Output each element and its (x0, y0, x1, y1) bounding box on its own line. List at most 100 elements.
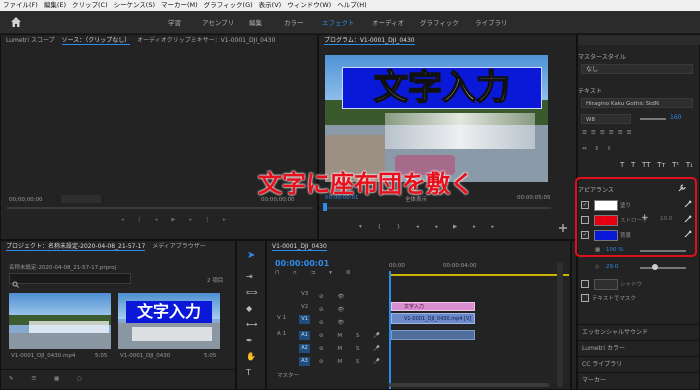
menu-help[interactable]: ヘルプ(H) (334, 0, 369, 11)
font-weight-dropdown[interactable]: W8 (581, 114, 631, 124)
tab-lumetri-scopes[interactable]: Lumetri スコープ (6, 37, 55, 44)
stroke-checkbox[interactable] (581, 216, 589, 224)
text-section-label: テキスト (578, 88, 602, 95)
video-fountains (385, 113, 535, 149)
video-title-background[interactable]: 文字入力 (342, 67, 542, 109)
tab-essential-sound[interactable]: エッセンシャルサウンド (577, 324, 700, 339)
tab-source[interactable]: ソース：（クリップなし） (61, 37, 131, 45)
workspace-tab-color[interactable]: カラー (284, 17, 304, 27)
source-zoom-dropdown[interactable] (61, 195, 101, 203)
font-size-slider[interactable] (640, 118, 666, 120)
program-transport-controls[interactable]: ▾ { } ◂ ◂ ▶ ▸ ▸ (359, 224, 501, 230)
master-style-dropdown[interactable]: なし (581, 64, 693, 74)
fill-checkbox[interactable]: ✓ (581, 201, 589, 209)
add-stroke-icon[interactable]: + (641, 213, 649, 223)
tt-subscript[interactable]: T₁ (686, 161, 693, 169)
workspace-tab-learn[interactable]: 学習 (168, 17, 181, 27)
stroke-eyedropper-icon[interactable] (684, 215, 692, 223)
source-timeline-bar[interactable] (7, 207, 313, 209)
shadow-checkbox[interactable] (581, 280, 589, 288)
add-button-icon[interactable] (558, 223, 568, 233)
timeline-sequence-tab[interactable]: V1-0001_DJI_0430 (272, 243, 327, 251)
shadow-color-swatch[interactable] (594, 279, 618, 290)
timeline-text-clip[interactable]: 文字入力 (391, 302, 475, 311)
text-spacing-icons[interactable]: ⇔ ⇕ ⇳ (582, 146, 614, 152)
appearance-label: アピアランス (578, 187, 614, 194)
tab-project[interactable]: プロジェクト：名称未設定-2020-04-08_21-57-17 (6, 243, 146, 251)
menu-clip[interactable]: クリップ(C) (69, 0, 111, 11)
program-timeline-bar[interactable] (325, 207, 551, 209)
mask-with-text-checkbox[interactable] (581, 294, 589, 302)
track-a2-label[interactable]: A2 (299, 344, 310, 353)
background-size-slider-handle[interactable] (652, 264, 658, 270)
tt-allcaps[interactable]: TT (642, 161, 650, 169)
wrench-icon[interactable] (678, 184, 686, 192)
tool-icons-stack[interactable]: ⇥ ⟺ ◆ ⟷ ✒ ✋ T (246, 269, 257, 381)
background-opacity-slider[interactable] (640, 250, 686, 252)
workspace-tab-libraries[interactable]: ライブラリ (475, 17, 508, 27)
selection-tool-icon[interactable]: ➤ (247, 251, 257, 261)
background-opacity-value[interactable]: 100 % (606, 247, 623, 253)
timeline-vertical-scrollbar[interactable] (557, 263, 563, 387)
track-a3-label[interactable]: A3 (299, 357, 310, 366)
tt-bold[interactable]: T (620, 161, 624, 169)
workspace-tab-audio[interactable]: オーディオ (372, 17, 404, 27)
text-align-buttons[interactable]: ☰☰☰☰☰☰ (582, 130, 636, 136)
track-v1-label[interactable]: V1 (299, 315, 310, 324)
stroke-value[interactable]: 10.0 (660, 216, 672, 222)
tab-markers[interactable]: マーカー (577, 372, 700, 387)
text-style-buttons[interactable]: T T TT Tт T¹ T₁ (620, 161, 693, 169)
workspace-tab-assembly[interactable]: アセンブリ (202, 17, 234, 27)
fill-eyedropper-icon[interactable] (684, 200, 692, 208)
timeline-ruler-start: 00:00 (389, 263, 405, 269)
fill-color-swatch[interactable] (594, 200, 618, 211)
tt-superscript[interactable]: T¹ (672, 161, 679, 169)
timeline-work-area[interactable] (389, 274, 569, 276)
track-a1-source-toggle[interactable]: A1 (277, 331, 288, 337)
workspace-tab-effects[interactable]: エフェクト (322, 17, 355, 27)
tab-audio-clip-mixer[interactable]: オーディオクリップミキサー：V1-0001_DJI_0430 (137, 37, 275, 44)
timeline-video-clip[interactable]: V1-0001_DJI_0430.mp4 [V] (391, 313, 475, 324)
timeline-timecode[interactable]: 00:00:00:01 (275, 259, 329, 268)
menu-file[interactable]: ファイル(F) (0, 0, 41, 11)
project-toolbar-icons[interactable]: ✎ ☰ ▦ ○ (9, 376, 90, 382)
font-family-dropdown[interactable]: Hiragino Kaku Gothic StdN (581, 98, 693, 108)
tab-lumetri-color[interactable]: Lumetri カラー (577, 340, 700, 355)
background-checkbox[interactable]: ✓ (581, 231, 589, 239)
menu-graphics[interactable]: グラフィック(G) (201, 0, 256, 11)
tt-italic[interactable]: T (631, 161, 635, 169)
source-transport-controls[interactable]: ◂ { ◂ ▶ ▸ } ▸ (121, 217, 232, 223)
track-v1-source-toggle[interactable]: V1 (277, 315, 288, 321)
project-thumbnail-1[interactable] (9, 293, 111, 349)
workspace-tab-graphics[interactable]: グラフィック (420, 17, 459, 27)
timeline-audio-clip[interactable] (391, 330, 475, 340)
stroke-color-swatch[interactable] (594, 215, 618, 226)
menu-edit[interactable]: 編集(E) (41, 0, 69, 11)
background-color-swatch[interactable] (594, 230, 618, 241)
project-thumbnail-2[interactable]: 文字入力 (118, 293, 220, 349)
program-playhead[interactable] (323, 203, 327, 211)
home-icon[interactable] (10, 16, 22, 28)
track-a1-label[interactable]: A1 (299, 331, 310, 340)
program-title[interactable]: プログラム：V1-0001_DJI_0430 (324, 37, 415, 45)
background-label: 背景 (620, 233, 632, 239)
menu-view[interactable]: 表示(V) (256, 0, 285, 11)
timeline-horizontal-scrollbar[interactable] (389, 383, 549, 387)
menu-window[interactable]: ウィンドウ(W) (284, 0, 334, 11)
program-video-frame[interactable]: 文字入力 (325, 55, 548, 182)
menu-marker[interactable]: マーカー(M) (158, 0, 201, 11)
project-search-input[interactable] (9, 273, 131, 288)
track-toggle-icons[interactable]: ⊘ 👁 ⊘ 👁 ⊘ 👁 ⊘ M S 🎤 ⊘ M S 🎤 ⊘ M S 🎤 (319, 291, 386, 369)
source-timecode-in: 00;00;00;00 (9, 197, 43, 203)
tab-cc-libraries[interactable]: CC ライブラリ (577, 356, 700, 371)
background-size-value[interactable]: 29.0 (606, 264, 618, 270)
background-eyedropper-icon[interactable] (684, 230, 692, 238)
timeline-tool-icons[interactable]: ⊓ ∩ ⊐ ▾ ⚙ (275, 270, 357, 276)
search-icon (12, 281, 19, 288)
menu-sequence[interactable]: シーケンス(S) (111, 0, 158, 11)
tt-smallcaps[interactable]: Tт (657, 161, 665, 169)
font-size-value[interactable]: 160 (670, 114, 681, 121)
workspace-tab-edit[interactable]: 編集 (249, 17, 262, 27)
tab-media-browser[interactable]: メディアブラウザー (152, 243, 206, 250)
background-size-slider[interactable] (640, 267, 686, 269)
